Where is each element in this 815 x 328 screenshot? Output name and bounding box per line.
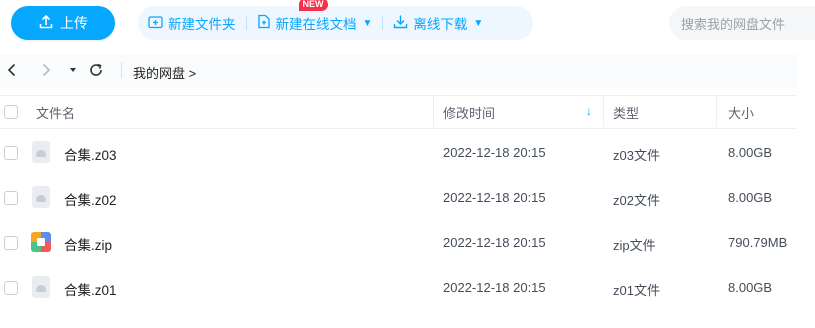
offline-download-button[interactable]: 离线下载 ▼ [383,6,493,40]
file-size: 790.79MB [728,235,788,250]
column-divider [433,95,434,127]
file-size: 8.00GB [728,190,773,205]
search-placeholder: 搜索我的网盘文件 [681,16,786,32]
zip-archive-icon [31,232,51,252]
new-folder-icon [148,15,163,32]
new-doc-icon [257,14,271,32]
refresh-icon[interactable] [88,62,104,83]
download-icon [393,14,408,32]
new-online-doc-button[interactable]: NEW 新建在线文档 ▼ [247,0,383,40]
file-type: zip文件 [613,238,656,253]
upload-button[interactable]: 上传 [11,6,115,40]
file-size: 8.00GB [728,145,773,160]
breadcrumb[interactable]: 我的网盘 > [133,63,196,82]
file-icon [32,276,50,298]
column-divider [716,95,717,127]
column-header-type[interactable]: 类型 [613,103,639,122]
table-row[interactable]: 合集.z03 2022-12-18 20:15 z03文件 8.00GB [0,130,797,175]
caret-down-icon: ▼ [473,17,484,29]
row-checkbox[interactable] [4,191,18,205]
column-header-name[interactable]: 文件名 [36,103,75,122]
chevron-left-icon[interactable] [6,62,18,83]
file-size: 8.00GB [728,280,773,295]
new-badge: NEW [298,0,328,11]
select-all-checkbox[interactable] [4,105,18,119]
table-row[interactable]: 合集.z01 2022-12-18 20:15 z01文件 8.00GB [0,265,797,310]
file-name[interactable]: 合集.zip [64,234,112,254]
file-type: z01文件 [613,283,660,298]
row-checkbox[interactable] [4,236,18,250]
sort-arrow-icon[interactable]: ↓ [586,104,592,118]
file-modified: 2022-12-18 20:15 [443,190,546,205]
caret-down-icon: ▼ [362,17,373,29]
new-folder-button[interactable]: 新建文件夹 [138,6,246,40]
file-modified: 2022-12-18 20:15 [443,145,546,160]
offline-download-label: 离线下载 [413,17,468,32]
file-name[interactable]: 合集.z03 [64,144,117,164]
column-header-size[interactable]: 大小 [728,103,754,122]
upload-label: 上传 [60,15,88,31]
file-type: z03文件 [613,148,660,163]
file-modified: 2022-12-18 20:15 [443,280,546,295]
file-name[interactable]: 合集.z02 [64,189,117,209]
table-row[interactable]: 合集.zip 2022-12-18 20:15 zip文件 790.79MB [0,220,797,265]
file-icon [32,141,50,163]
new-online-doc-label: 新建在线文档 [275,17,357,32]
row-checkbox[interactable] [4,146,18,160]
toolbar-actions: 新建文件夹 NEW 新建在线文档 ▼ 离线下载 ▼ [138,0,533,40]
search-input[interactable]: 搜索我的网盘文件 [669,6,815,40]
file-type: z02文件 [613,193,660,208]
nav-divider [121,62,122,78]
navigation-bar [0,54,797,88]
file-icon [32,186,50,208]
row-checkbox[interactable] [4,281,18,295]
column-divider [603,95,604,127]
upload-icon [38,14,54,33]
new-folder-label: 新建文件夹 [168,17,236,32]
chevron-right-icon[interactable] [40,62,52,83]
file-name[interactable]: 合集.z01 [64,279,117,299]
table-header [0,95,797,129]
caret-down-icon[interactable] [68,63,78,82]
file-modified: 2022-12-18 20:15 [443,235,546,250]
column-header-modified[interactable]: 修改时间 [443,103,495,122]
table-row[interactable]: 合集.z02 2022-12-18 20:15 z02文件 8.00GB [0,175,797,220]
